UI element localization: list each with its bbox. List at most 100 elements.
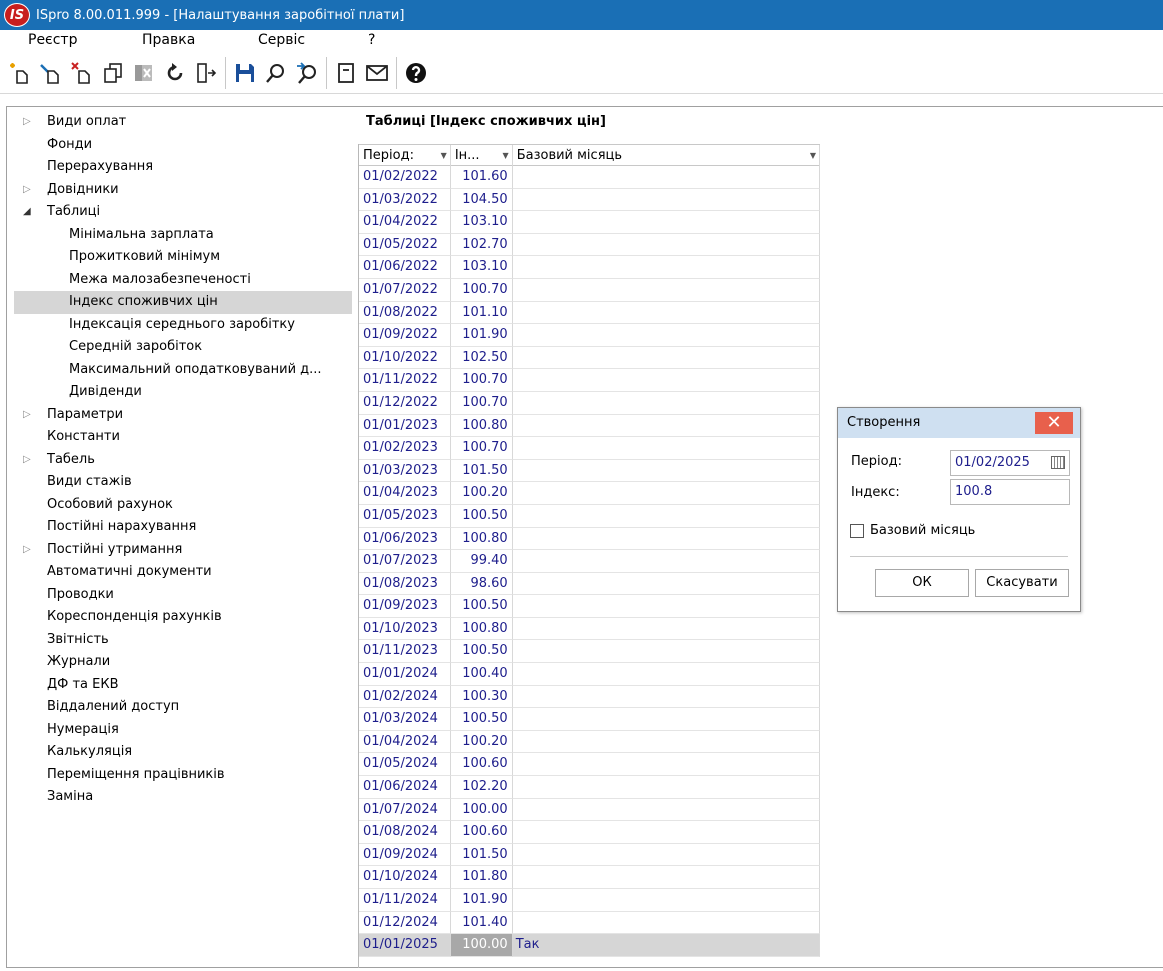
cell-index[interactable]: 100.50 — [450, 595, 513, 618]
cell-base-month[interactable] — [512, 391, 821, 415]
collapsed-arrow-icon[interactable]: ▷ — [23, 179, 35, 202]
tree-item[interactable]: Віддалений доступ — [14, 696, 352, 719]
cell-index[interactable]: 100.40 — [450, 663, 513, 686]
cell-period[interactable]: 01/06/2023 — [359, 527, 451, 551]
collapsed-arrow-icon[interactable]: ▷ — [23, 539, 35, 562]
cell-base-month[interactable] — [512, 233, 821, 257]
cell-index[interactable]: 104.50 — [450, 188, 513, 212]
table-row[interactable]: 01/02/2024 100.30 — [359, 685, 821, 709]
search-icon[interactable] — [262, 57, 290, 89]
cell-period[interactable]: 01/09/2024 — [359, 843, 451, 867]
tree-item[interactable]: Види стажів — [14, 471, 352, 494]
tree-item[interactable]: Прожитковий мінімум — [14, 246, 352, 269]
delete-icon[interactable] — [68, 57, 96, 89]
cell-period[interactable]: 01/12/2022 — [359, 391, 451, 415]
table-row[interactable]: 01/07/2023 99.40 — [359, 550, 821, 573]
cell-period[interactable]: 01/03/2024 — [359, 708, 451, 731]
tree-item[interactable]: Переміщення працівників — [14, 764, 352, 787]
cell-index[interactable]: 101.60 — [450, 166, 513, 189]
cell-index[interactable]: 101.50 — [450, 459, 513, 483]
cell-base-month[interactable] — [512, 346, 821, 370]
cancel-button[interactable]: Скасувати — [975, 569, 1069, 597]
table-row[interactable]: 01/03/2023 101.50 — [359, 459, 821, 483]
table-row[interactable]: 01/06/2023 100.80 — [359, 527, 821, 551]
cell-period[interactable]: 01/06/2022 — [359, 256, 451, 279]
tree-item[interactable]: Межа малозабезпеченості — [14, 269, 352, 292]
tree-item[interactable]: Автоматичні документи — [14, 561, 352, 584]
cell-index[interactable]: 100.60 — [450, 753, 513, 777]
cell-index[interactable]: 102.70 — [450, 233, 513, 257]
cell-index[interactable]: 101.40 — [450, 911, 513, 935]
tree-item[interactable]: ◢ Таблиці — [14, 201, 352, 224]
cell-period[interactable]: 01/10/2022 — [359, 346, 451, 370]
tree-item[interactable]: ▷ Довідники — [14, 179, 352, 202]
cell-period[interactable]: 01/02/2022 — [359, 166, 451, 189]
help-icon[interactable] — [402, 57, 430, 89]
table-row[interactable]: 01/06/2024 102.20 — [359, 776, 821, 799]
exit-icon[interactable] — [192, 57, 220, 89]
cell-period[interactable]: 01/08/2022 — [359, 301, 451, 325]
cell-base-month[interactable] — [512, 256, 821, 279]
cell-period[interactable]: 01/09/2022 — [359, 324, 451, 347]
table-row[interactable]: 01/04/2024 100.20 — [359, 730, 821, 754]
tree-item[interactable]: Максимальний оподатковуваний д... — [14, 359, 352, 382]
table-row[interactable]: 01/01/2025 100.00 Так — [359, 934, 821, 957]
cell-base-month[interactable] — [512, 572, 821, 596]
cell-base-month[interactable] — [512, 527, 821, 551]
cell-index[interactable]: 101.90 — [450, 889, 513, 912]
cell-period[interactable]: 01/08/2023 — [359, 572, 451, 596]
cell-index[interactable]: 100.70 — [450, 437, 513, 460]
filter-dropdown-icon[interactable]: ▼ — [441, 145, 447, 166]
cell-index[interactable]: 101.80 — [450, 866, 513, 889]
table-row[interactable]: 01/09/2023 100.50 — [359, 595, 821, 618]
cell-base-month[interactable] — [512, 278, 821, 302]
table-row[interactable]: 01/05/2022 102.70 — [359, 233, 821, 257]
table-row[interactable]: 01/02/2022 101.60 — [359, 166, 821, 189]
period-field[interactable]: 01/02/2025 — [950, 450, 1070, 476]
table-row[interactable]: 01/12/2024 101.40 — [359, 911, 821, 935]
cell-base-month[interactable] — [512, 188, 821, 212]
cell-period[interactable]: 01/05/2024 — [359, 753, 451, 777]
cell-base-month[interactable] — [512, 595, 821, 618]
column-header-base-month[interactable]: Базовий місяць ▼ — [513, 145, 821, 166]
tree-item[interactable]: Середній заробіток — [14, 336, 352, 359]
cell-base-month[interactable] — [512, 482, 821, 505]
table-row[interactable]: 01/04/2023 100.20 — [359, 482, 821, 505]
cell-base-month[interactable] — [512, 301, 821, 325]
table-row[interactable]: 01/02/2023 100.70 — [359, 437, 821, 460]
tree-item[interactable]: ▷ Табель — [14, 449, 352, 472]
cell-period[interactable]: 01/01/2025 — [359, 934, 451, 957]
cell-base-month[interactable] — [512, 866, 821, 889]
menu-registry[interactable]: Реєстр — [28, 30, 77, 50]
collapsed-arrow-icon[interactable]: ▷ — [23, 404, 35, 427]
cell-index[interactable]: 100.20 — [450, 730, 513, 754]
edit-icon[interactable] — [37, 57, 65, 89]
expanded-arrow-icon[interactable]: ◢ — [23, 201, 35, 224]
cell-period[interactable]: 01/05/2023 — [359, 504, 451, 528]
tree-item[interactable]: Індекс споживчих цін — [14, 291, 352, 314]
cell-index[interactable]: 100.30 — [450, 685, 513, 709]
cell-base-month[interactable] — [512, 504, 821, 528]
cell-base-month[interactable] — [512, 459, 821, 483]
cell-index[interactable]: 100.80 — [450, 617, 513, 641]
table-row[interactable]: 01/10/2022 102.50 — [359, 346, 821, 370]
tree-item[interactable]: Постійні нарахування — [14, 516, 352, 539]
cell-period[interactable]: 01/06/2024 — [359, 776, 451, 799]
cell-base-month[interactable] — [512, 414, 821, 438]
tree-item[interactable]: Проводки — [14, 584, 352, 607]
cell-index[interactable]: 101.90 — [450, 324, 513, 347]
tree-item[interactable]: Мінімальна зарплата — [14, 224, 352, 247]
table-row[interactable]: 01/04/2022 103.10 — [359, 211, 821, 234]
cell-base-month[interactable] — [512, 437, 821, 460]
document-icon[interactable] — [332, 57, 360, 89]
cell-base-month[interactable] — [512, 776, 821, 799]
table-row[interactable]: 01/07/2024 100.00 — [359, 798, 821, 822]
cell-base-month[interactable] — [512, 550, 821, 573]
cell-base-month[interactable] — [512, 730, 821, 754]
table-row[interactable]: 01/09/2022 101.90 — [359, 324, 821, 347]
table-row[interactable]: 01/01/2024 100.40 — [359, 663, 821, 686]
tree-item[interactable]: ДФ та ЕКВ — [14, 674, 352, 697]
cell-base-month[interactable]: Так — [512, 934, 821, 957]
cell-index[interactable]: 100.70 — [450, 391, 513, 415]
cell-base-month[interactable] — [512, 685, 821, 709]
